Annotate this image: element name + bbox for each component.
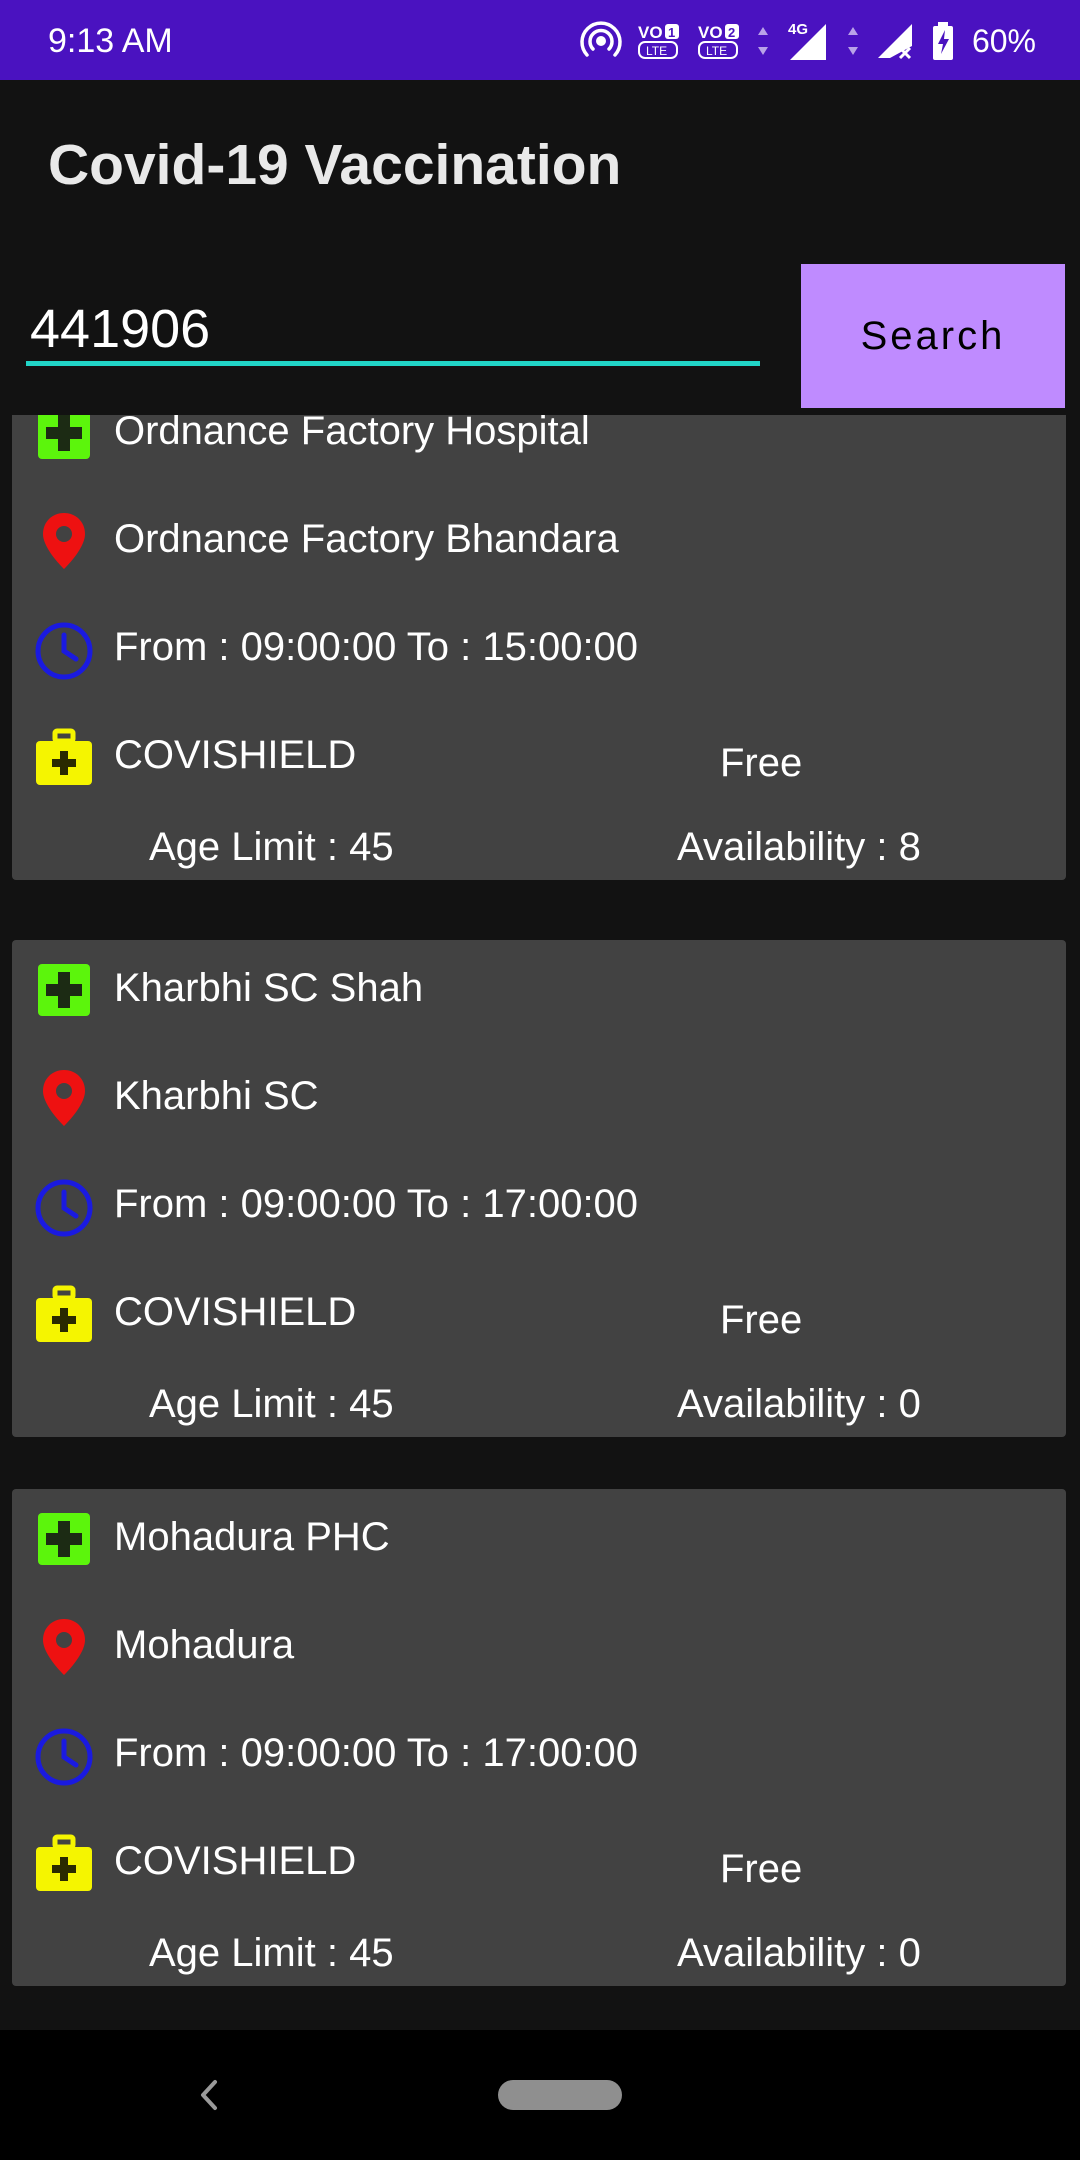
- svg-text:4G: 4G: [788, 21, 808, 38]
- age-limit: Age Limit : 45: [149, 825, 394, 869]
- age-limit: Age Limit : 45: [149, 1382, 394, 1426]
- center-address-row: Mohadura: [12, 1605, 1066, 1685]
- data-arrows-icon: [846, 21, 860, 61]
- center-address: Kharbhi SC: [114, 1074, 319, 1118]
- page-title: Covid-19 Vaccination: [48, 133, 622, 197]
- home-pill-icon[interactable]: [498, 2080, 622, 2110]
- center-timing: From : 09:00:00 To : 17:00:00: [114, 1182, 639, 1226]
- center-address: Ordnance Factory Bhandara: [114, 517, 619, 561]
- center-name-row: Ordnance Factory Hospital: [12, 415, 1066, 471]
- medical-kit-icon: [32, 1282, 96, 1346]
- center-vaccine-row: COVISHIELD: [12, 715, 1066, 795]
- signal-no-service-icon: [874, 20, 916, 62]
- vaccine-name: COVISHIELD: [114, 733, 357, 777]
- vaccine-name: COVISHIELD: [114, 1839, 357, 1883]
- back-chevron-icon[interactable]: [185, 2070, 235, 2120]
- availability: Availability : 8: [677, 825, 921, 869]
- search-field-wrap: [26, 296, 760, 376]
- availability: Availability : 0: [677, 1382, 921, 1426]
- centers-list[interactable]: Ordnance Factory Hospital Ordnance Facto…: [0, 415, 1080, 2030]
- hospital-icon: [32, 958, 96, 1022]
- center-name: Mohadura PHC: [114, 1515, 390, 1559]
- center-address-row: Kharbhi SC: [12, 1056, 1066, 1136]
- clock-icon: [32, 1174, 96, 1238]
- center-address: Mohadura: [114, 1623, 295, 1667]
- signal-4g-icon: 4G: [784, 20, 832, 62]
- vaccine-name: COVISHIELD: [114, 1290, 357, 1334]
- svg-text:LTE: LTE: [706, 44, 727, 58]
- fee-type: Free: [720, 741, 803, 785]
- svg-text:1: 1: [668, 25, 675, 40]
- fee-type: Free: [720, 1298, 803, 1342]
- center-vaccine-row: COVISHIELD: [12, 1272, 1066, 1352]
- location-pin-icon: [32, 1615, 96, 1679]
- svg-text:VO: VO: [638, 23, 663, 42]
- fee-type: Free: [720, 1847, 803, 1891]
- volte2-icon: VO 2 LTE: [696, 20, 742, 62]
- center-name: Ordnance Factory Hospital: [114, 415, 590, 453]
- center-address-row: Ordnance Factory Bhandara: [12, 499, 1066, 579]
- center-timing: From : 09:00:00 To : 15:00:00: [114, 625, 639, 669]
- navigation-bar: [0, 2030, 1080, 2160]
- center-timing: From : 09:00:00 To : 17:00:00: [114, 1731, 639, 1775]
- center-name-row: Mohadura PHC: [12, 1497, 1066, 1577]
- center-card[interactable]: Ordnance Factory Hospital Ordnance Facto…: [12, 415, 1066, 880]
- volte1-icon: VO 1 LTE: [636, 20, 682, 62]
- medical-kit-icon: [32, 1831, 96, 1895]
- hospital-icon: [32, 1507, 96, 1571]
- location-pin-icon: [32, 509, 96, 573]
- battery-charging-icon: [930, 20, 956, 62]
- status-time: 9:13 AM: [48, 22, 173, 60]
- status-icons: VO 1 LTE VO 2 LTE 4G 60%: [580, 18, 1036, 64]
- center-vaccine-row: COVISHIELD: [12, 1821, 1066, 1901]
- pincode-input[interactable]: [26, 296, 760, 366]
- medical-kit-icon: [32, 725, 96, 789]
- center-card[interactable]: Mohadura PHC Mohadura From : 09:00:00 To…: [12, 1489, 1066, 1986]
- clock-icon: [32, 617, 96, 681]
- age-limit: Age Limit : 45: [149, 1931, 394, 1975]
- hotspot-icon: [580, 20, 622, 62]
- center-name-row: Kharbhi SC Shah: [12, 948, 1066, 1028]
- svg-text:LTE: LTE: [646, 44, 667, 58]
- availability: Availability : 0: [677, 1931, 921, 1975]
- svg-text:2: 2: [728, 25, 735, 40]
- center-timing-row: From : 09:00:00 To : 17:00:00: [12, 1164, 1066, 1244]
- center-card[interactable]: Kharbhi SC Shah Kharbhi SC From : 09:00:…: [12, 940, 1066, 1437]
- center-timing-row: From : 09:00:00 To : 15:00:00: [12, 607, 1066, 687]
- battery-percent: 60%: [971, 22, 1036, 59]
- hospital-icon: [32, 415, 96, 465]
- status-bar: 9:13 AM VO 1 LTE VO 2 LTE 4G 60%: [0, 0, 1080, 80]
- center-name: Kharbhi SC Shah: [114, 966, 424, 1010]
- center-timing-row: From : 09:00:00 To : 17:00:00: [12, 1713, 1066, 1793]
- data-arrows-icon: [756, 21, 770, 61]
- svg-text:VO: VO: [698, 23, 723, 42]
- clock-icon: [32, 1723, 96, 1787]
- search-button[interactable]: Search: [801, 264, 1065, 408]
- location-pin-icon: [32, 1066, 96, 1130]
